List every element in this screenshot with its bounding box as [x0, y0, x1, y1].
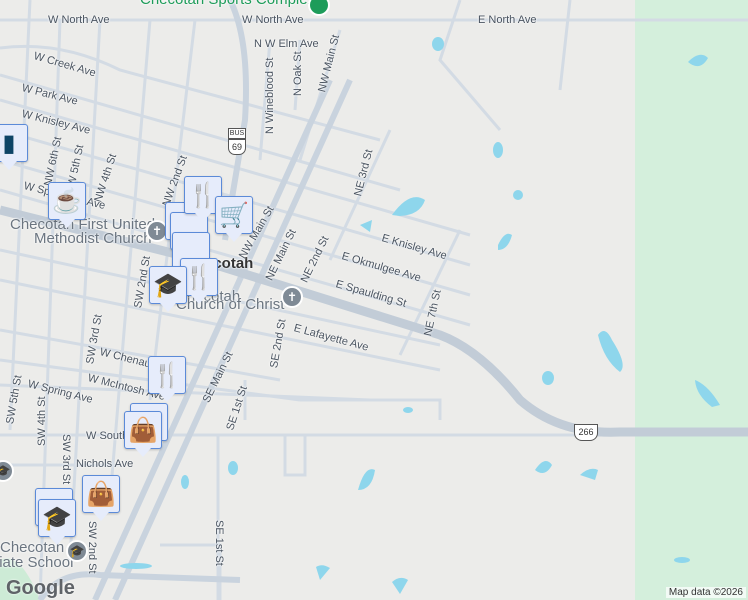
us-69-shield-icon: 69 — [228, 139, 246, 155]
graduation-cap-icon: 🎓 — [153, 271, 183, 299]
street-label: SW 2nd St — [86, 521, 98, 574]
graduation-cap-icon: 🎓 — [42, 504, 72, 532]
fork-knife-icon: 🍴 — [184, 263, 214, 291]
map-marker[interactable]: ▮ — [0, 124, 28, 170]
street-label: SW 3rd St — [60, 434, 72, 485]
street-label: SW 4th St — [36, 396, 48, 446]
poi-school-line2[interactable]: Intermediate School — [0, 555, 73, 571]
shopping-cart-icon: 🛒 — [219, 201, 249, 229]
street-label: N Oak St — [292, 51, 304, 96]
map-marker-restaurant[interactable]: 🍴 — [148, 356, 186, 402]
school-icon[interactable]: 🎓 — [66, 540, 88, 562]
fork-knife-icon: 🍴 — [188, 181, 218, 209]
street-label: W North Ave — [242, 14, 304, 26]
poi-sports-complex[interactable]: Checotah Sports Complex — [140, 0, 315, 8]
street-label: N W Elm Ave — [254, 38, 319, 50]
coffee-cup-icon: ☕ — [52, 187, 82, 215]
map-marker-shopping[interactable]: 👜 — [124, 411, 162, 457]
map-marker-cafe[interactable]: ☕ — [48, 182, 86, 228]
street-label: W North Ave — [48, 14, 110, 26]
map-canvas[interactable]: Checotah Sports Complex Checotah First U… — [0, 0, 748, 600]
map-marker-school[interactable]: 🎓 — [149, 266, 187, 312]
map-marker-grocery[interactable]: 🛒 — [215, 196, 253, 242]
map-marker-school[interactable]: 🎓 — [38, 499, 76, 545]
map-marker-shopping[interactable]: 👜 — [82, 475, 120, 521]
google-logo[interactable]: Google — [6, 577, 75, 600]
street-label: Nichols Ave — [76, 458, 134, 470]
street-label: N Wineblood St — [264, 57, 276, 134]
shopping-bag-icon: 👜 — [128, 416, 158, 444]
bus-route-label: BUS — [228, 128, 246, 139]
us-266-shield-icon: 266 — [574, 424, 598, 441]
shopping-bag-icon: 👜 — [86, 480, 116, 508]
street-label: E North Ave — [478, 14, 537, 26]
fork-knife-icon: 🍴 — [152, 361, 182, 389]
map-data-attribution[interactable]: Map data ©2026 — [665, 587, 746, 598]
poi-methodist-church-line2[interactable]: Methodist Church — [34, 231, 152, 247]
church-icon[interactable]: ✝ — [281, 286, 303, 308]
street-label: SE 1st St — [213, 520, 225, 566]
marker-icon: ▮ — [2, 129, 16, 157]
park-area — [635, 0, 748, 600]
